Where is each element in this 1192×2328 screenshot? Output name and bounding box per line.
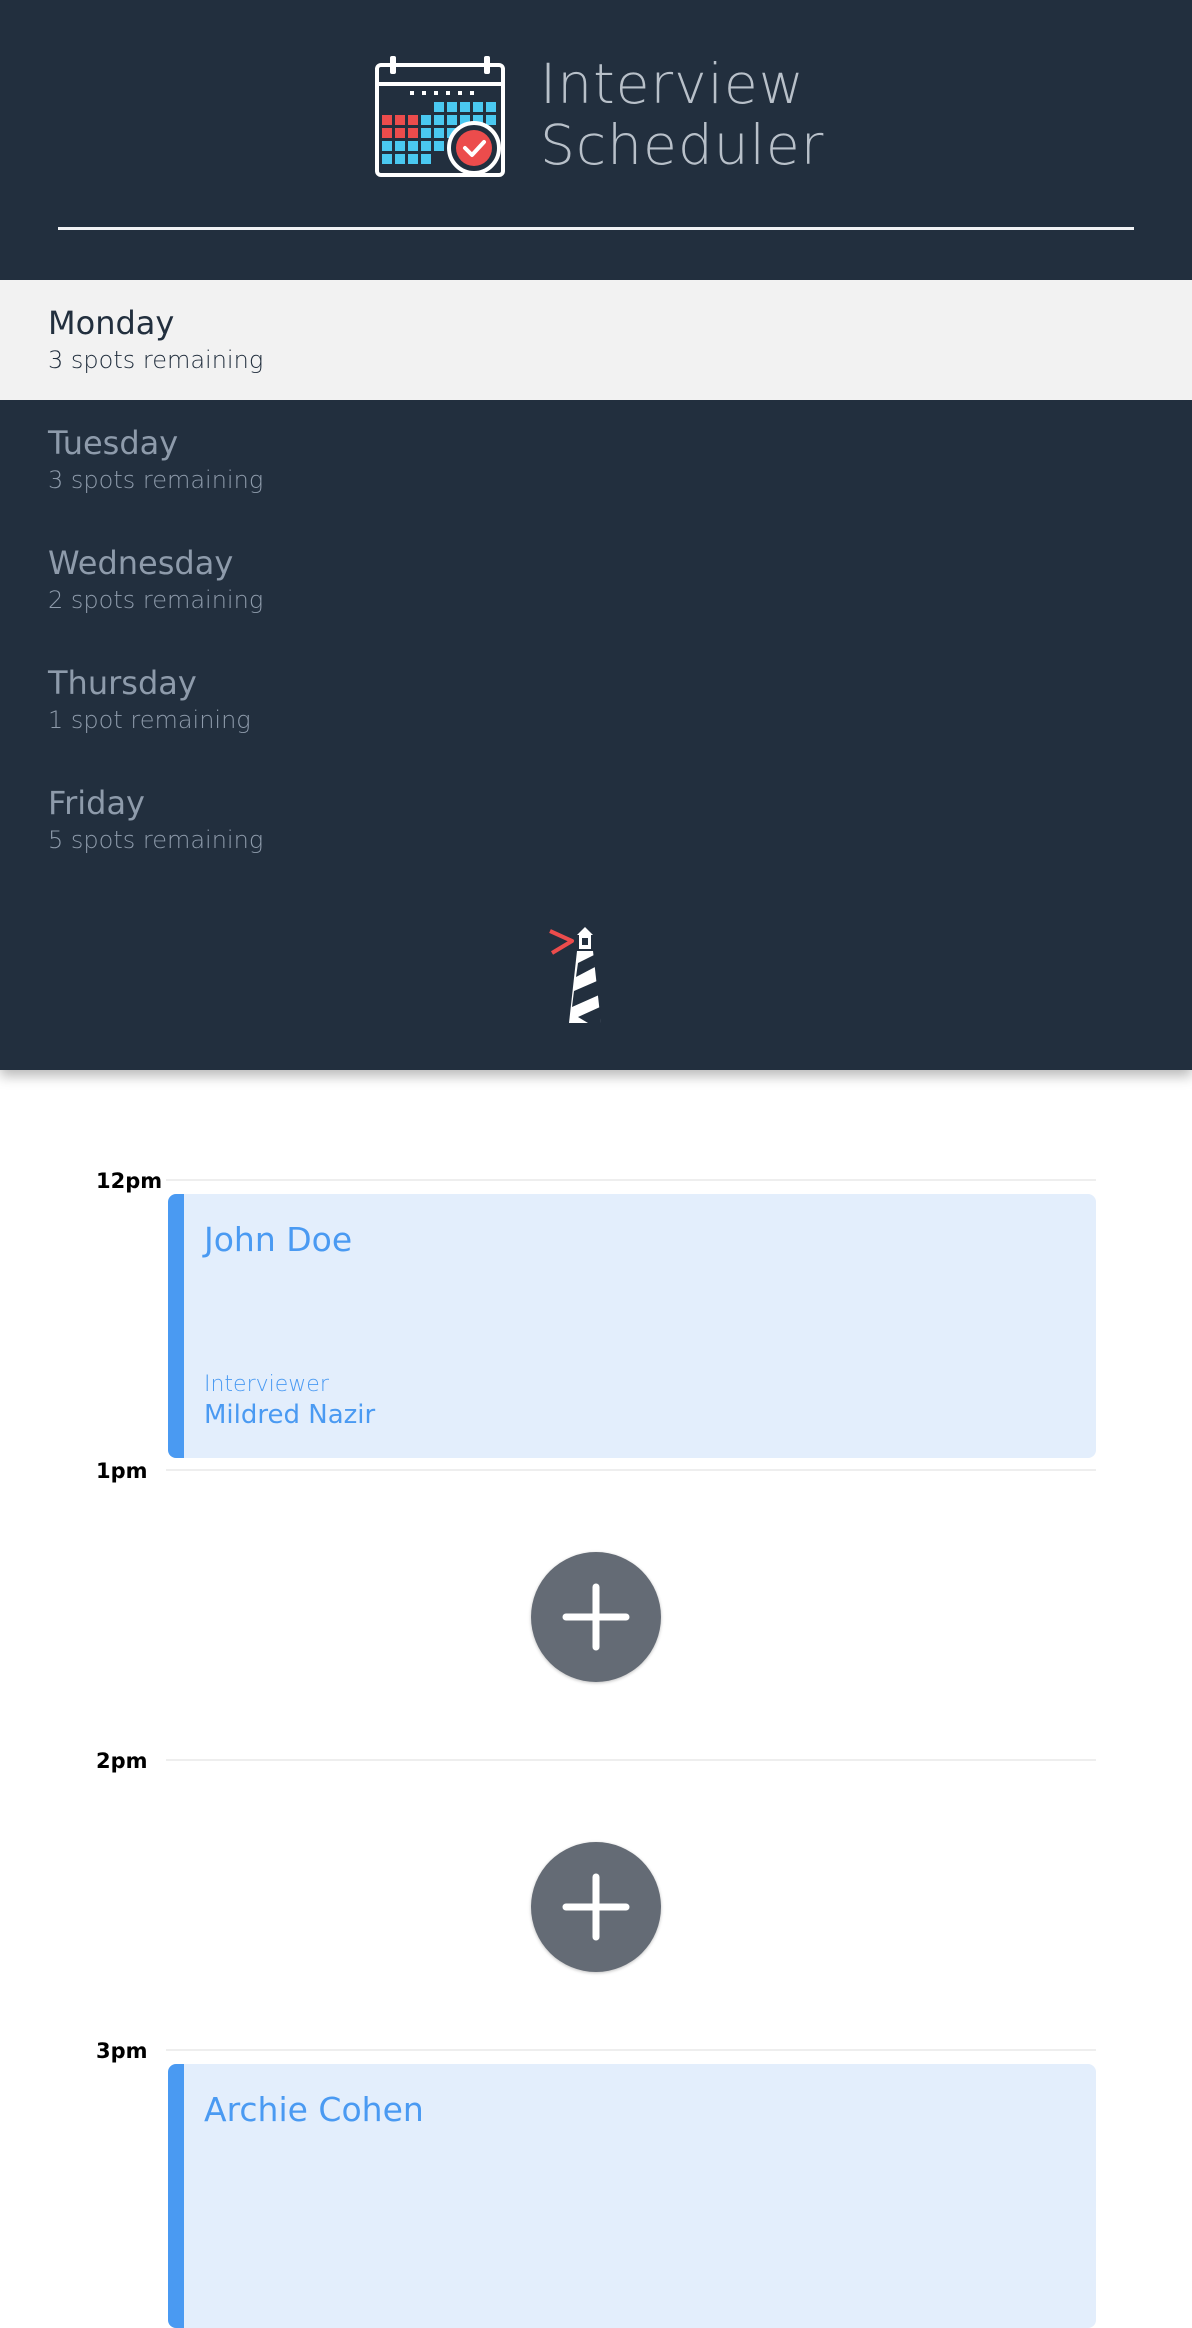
day-name: Tuesday	[48, 424, 179, 462]
day-name: Thursday	[48, 664, 197, 702]
day-spots: 5 spots remaining	[48, 826, 264, 854]
calendar-check-icon	[375, 56, 505, 177]
appointment-card[interactable]: John Doe Interviewer Mildred Nazir	[168, 1194, 1096, 1458]
day-item-wednesday[interactable]: Wednesday 2 spots remaining	[0, 520, 1192, 640]
schedule: 12pm John Doe Interviewer Mildred Nazir …	[0, 1070, 1192, 2328]
app-title-line1: Interview	[540, 52, 805, 116]
plus-icon	[562, 1583, 630, 1651]
day-spots: 3 spots remaining	[48, 346, 264, 374]
student-name: John Doe	[204, 1220, 353, 1259]
add-appointment-button[interactable]	[531, 1552, 661, 1682]
interviewer-label: Interviewer	[204, 1372, 329, 1397]
app-title-line2: Scheduler	[540, 113, 825, 177]
day-item-tuesday[interactable]: Tuesday 3 spots remaining	[0, 400, 1192, 520]
time-divider	[166, 1179, 1096, 1181]
time-label: 2pm	[96, 1749, 148, 1773]
add-appointment-button[interactable]	[531, 1842, 661, 1972]
app-title: Interview Scheduler	[540, 54, 824, 176]
day-list: Monday 3 spots remaining Tuesday 3 spots…	[0, 280, 1192, 880]
time-divider	[166, 1759, 1096, 1761]
time-label: 3pm	[96, 2039, 148, 2063]
time-label: 1pm	[96, 1459, 148, 1483]
interviewer-name: Mildred Nazir	[204, 1400, 376, 1430]
time-label: 12pm	[96, 1169, 163, 1193]
sidebar-divider	[58, 227, 1134, 230]
brand: Interview Scheduler	[374, 54, 824, 182]
student-name: Archie Cohen	[204, 2090, 424, 2129]
day-spots: 2 spots remaining	[48, 586, 264, 614]
appointment-card[interactable]: Archie Cohen	[168, 2064, 1096, 2328]
sidebar: Interview Scheduler Monday 3 spots remai…	[0, 0, 1192, 1070]
day-item-thursday[interactable]: Thursday 1 spot remaining	[0, 640, 1192, 760]
time-divider	[166, 1469, 1096, 1471]
day-item-monday[interactable]: Monday 3 spots remaining	[0, 280, 1192, 400]
day-name: Wednesday	[48, 544, 234, 582]
lighthouse-icon	[549, 927, 601, 1023]
day-spots: 1 spot remaining	[48, 706, 251, 734]
day-name: Friday	[48, 784, 145, 822]
time-divider	[166, 2049, 1096, 2051]
plus-icon	[562, 1873, 630, 1941]
day-item-friday[interactable]: Friday 5 spots remaining	[0, 760, 1192, 880]
day-name: Monday	[48, 304, 175, 342]
day-spots: 3 spots remaining	[48, 466, 264, 494]
